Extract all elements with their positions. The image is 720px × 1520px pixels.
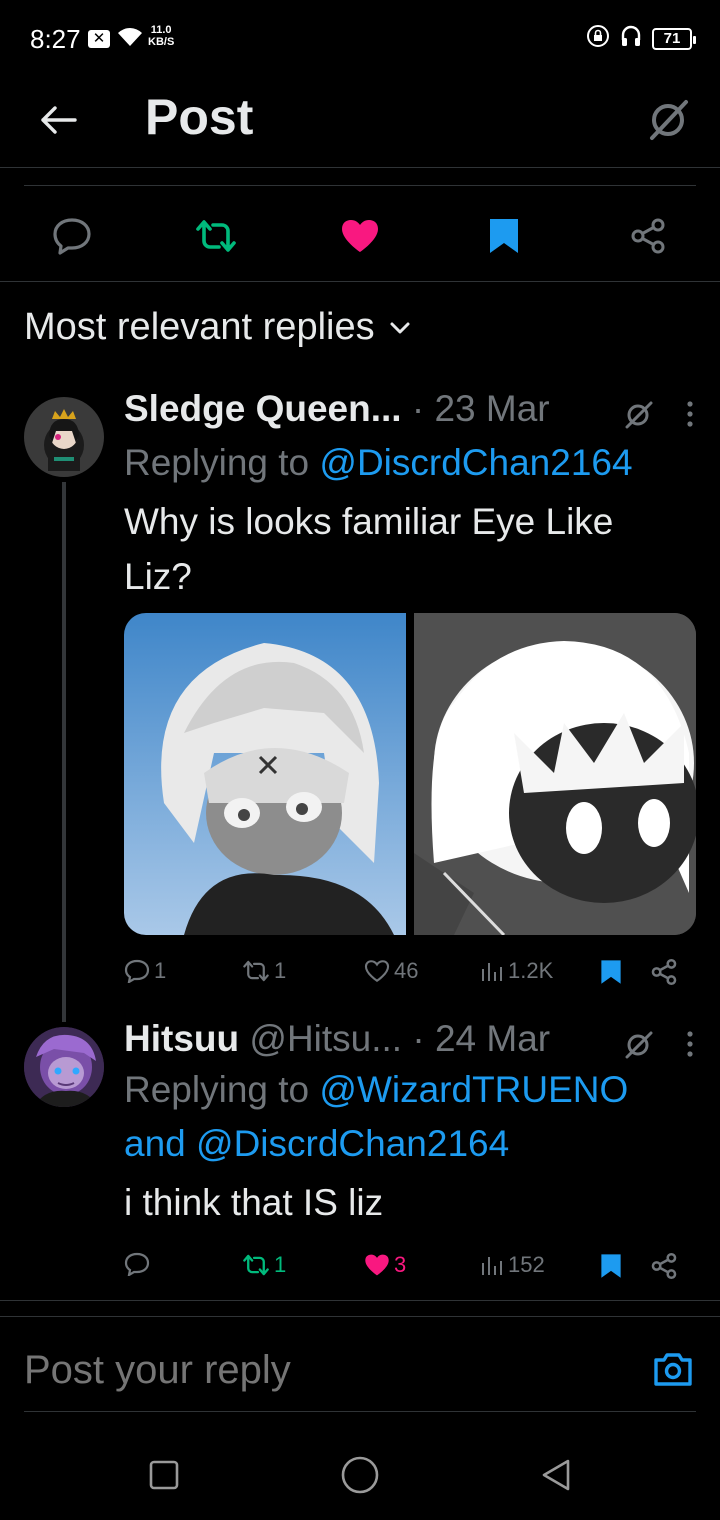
bookmark-icon xyxy=(601,1254,621,1278)
arrow-left-icon xyxy=(41,106,77,134)
post-date: · 24 Mar xyxy=(412,1018,551,1059)
replying-to: Replying to @WizardTRUENO and @DiscrdChan… xyxy=(124,1069,629,1164)
reply-text: i think that IS liz xyxy=(124,1182,384,1223)
bookmark-button[interactable] xyxy=(600,958,622,986)
bookmark-button[interactable] xyxy=(600,1252,622,1280)
reply-stats: 1 1 46 1.2K xyxy=(124,958,684,998)
network-speed: 11.0 KB/S xyxy=(148,24,175,48)
status-bar: 8:27 ✕ 11.0 KB/S 71 xyxy=(0,0,720,78)
x-app-icon: ✕ xyxy=(88,30,110,48)
circle-icon xyxy=(341,1456,379,1494)
repost-button[interactable] xyxy=(194,214,238,258)
home-button[interactable] xyxy=(335,1450,385,1500)
divider xyxy=(24,185,696,186)
like-count-button[interactable]: 46 xyxy=(364,958,418,984)
more-options-icon[interactable] xyxy=(686,400,694,428)
back-button[interactable] xyxy=(34,96,82,144)
page-title: Post xyxy=(145,89,254,145)
share-icon xyxy=(651,1252,677,1280)
like-count-button[interactable]: 3 xyxy=(364,1252,406,1278)
recents-button[interactable] xyxy=(139,1450,189,1500)
reply-composer xyxy=(24,1340,696,1412)
replies-sort-dropdown[interactable]: Most relevant replies xyxy=(24,306,411,349)
media-grid xyxy=(124,613,696,935)
share-button[interactable] xyxy=(650,958,678,986)
like-icon xyxy=(365,1254,389,1276)
headphones-icon xyxy=(620,24,642,53)
mention-link[interactable]: @DiscrdChan2164 xyxy=(196,1123,509,1164)
avatar[interactable] xyxy=(24,397,104,477)
post-action-bar xyxy=(0,200,720,282)
more-options-icon[interactable] xyxy=(686,1030,694,1058)
system-navigation-bar xyxy=(0,1430,720,1520)
avatar[interactable] xyxy=(24,1027,104,1107)
bookmark-button[interactable] xyxy=(482,214,526,258)
repost-icon xyxy=(196,220,236,252)
reply-stats: 1 3 152 xyxy=(124,1252,684,1292)
repost-icon xyxy=(243,960,269,982)
divider xyxy=(0,1300,720,1301)
views-count-button[interactable]: 152 xyxy=(480,1252,545,1278)
reply-icon xyxy=(124,959,150,983)
media-image[interactable] xyxy=(414,613,696,935)
views-count-button[interactable]: 1.2K xyxy=(480,958,553,984)
camera-icon xyxy=(654,1353,692,1386)
grok-button[interactable] xyxy=(644,94,694,149)
back-nav-button[interactable] xyxy=(531,1450,581,1500)
grok-icon[interactable] xyxy=(622,1027,656,1061)
camera-button[interactable] xyxy=(652,1350,694,1393)
repost-count-button[interactable]: 1 xyxy=(242,958,286,984)
battery-indicator: 71 xyxy=(652,27,696,50)
like-button[interactable] xyxy=(338,214,382,258)
bookmark-icon xyxy=(490,219,518,253)
reply-input[interactable] xyxy=(24,1348,584,1393)
mention-link[interactable]: @DiscrdChan2164 xyxy=(319,442,632,483)
reply-icon xyxy=(53,218,91,255)
square-icon xyxy=(149,1460,179,1490)
media-image[interactable] xyxy=(124,613,406,935)
repost-count-button[interactable]: 1 xyxy=(242,1252,286,1278)
triangle-back-icon xyxy=(542,1459,570,1491)
handle[interactable]: @Hitsu... xyxy=(249,1018,402,1059)
top-app-bar: Post xyxy=(0,78,720,168)
like-icon xyxy=(364,960,390,982)
replies-sort-label: Most relevant replies xyxy=(24,306,375,348)
status-time: 8:27 xyxy=(30,24,81,54)
reply-button[interactable] xyxy=(50,214,94,258)
reply-count-button[interactable] xyxy=(124,1252,150,1276)
reply-count-button[interactable]: 1 xyxy=(124,958,166,984)
share-button[interactable] xyxy=(626,214,670,258)
divider xyxy=(0,1316,720,1317)
display-name[interactable]: Hitsuu xyxy=(124,1018,239,1059)
reply-text: Why is looks familiar Eye Like Liz? xyxy=(124,501,614,597)
share-icon xyxy=(651,958,677,986)
analytics-icon xyxy=(482,963,502,981)
share-icon xyxy=(631,218,665,254)
analytics-icon xyxy=(482,1257,502,1275)
lock-rotation-icon xyxy=(586,24,610,53)
post-date: · 23 Mar xyxy=(411,388,550,429)
chevron-down-icon xyxy=(390,322,410,333)
grok-icon[interactable] xyxy=(622,397,656,431)
grok-icon xyxy=(650,100,688,140)
like-icon xyxy=(342,220,378,252)
repost-icon xyxy=(243,1254,269,1276)
replying-to: Replying to @DiscrdChan2164 xyxy=(124,442,633,483)
wifi-icon xyxy=(116,26,144,53)
thread-line xyxy=(62,482,66,1022)
bookmark-icon xyxy=(601,960,621,984)
display-name[interactable]: Sledge Queen... xyxy=(124,388,402,429)
mention-link[interactable]: @WizardTRUENO xyxy=(319,1069,628,1110)
share-button[interactable] xyxy=(650,1252,678,1280)
reply-icon xyxy=(124,1252,150,1276)
